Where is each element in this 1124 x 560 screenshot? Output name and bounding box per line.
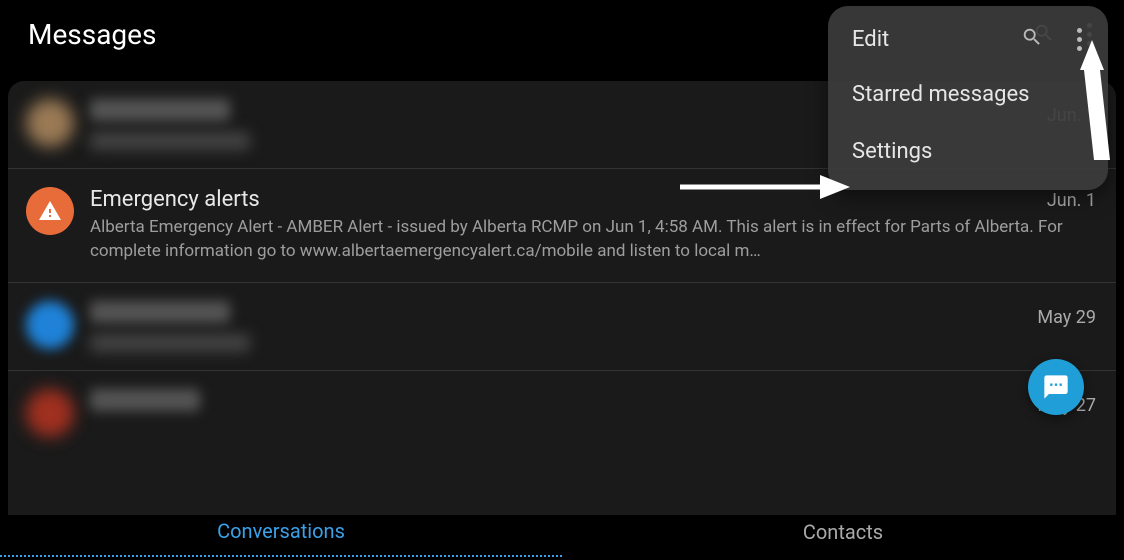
conversation-title-redacted bbox=[90, 389, 200, 411]
conversation-preview-redacted bbox=[90, 334, 250, 352]
tab-conversations[interactable]: Conversations bbox=[0, 507, 562, 557]
conversation-preview-redacted bbox=[90, 132, 250, 150]
conversation-date: Jun. 1 bbox=[1037, 190, 1096, 211]
chat-bubble-icon bbox=[1042, 373, 1070, 401]
menu-item-edit[interactable]: Edit bbox=[852, 27, 889, 52]
bottom-nav: Conversations Contacts bbox=[0, 504, 1124, 560]
overflow-menu: Edit Starred messages Settings bbox=[828, 6, 1108, 190]
conversation-title: Emergency alerts bbox=[90, 187, 260, 212]
conversation-date: May 29 bbox=[1027, 307, 1096, 328]
menu-item-starred[interactable]: Starred messages bbox=[828, 66, 1108, 123]
warning-triangle-icon bbox=[38, 199, 62, 223]
compose-button[interactable] bbox=[1028, 359, 1084, 415]
search-icon[interactable] bbox=[1021, 26, 1043, 52]
conversation-preview: Alberta Emergency Alert - AMBER Alert - … bbox=[90, 216, 1096, 264]
tab-contacts[interactable]: Contacts bbox=[562, 508, 1124, 556]
more-options-icon[interactable] bbox=[1073, 28, 1086, 51]
page-title: Messages bbox=[28, 18, 156, 51]
conversation-title-redacted bbox=[90, 301, 230, 323]
avatar bbox=[26, 301, 74, 349]
avatar bbox=[26, 187, 74, 235]
menu-item-settings[interactable]: Settings bbox=[828, 123, 1108, 180]
avatar bbox=[26, 99, 74, 147]
conversation-row[interactable]: May 29 bbox=[8, 283, 1116, 371]
avatar bbox=[26, 389, 74, 437]
conversation-row[interactable]: May 27 bbox=[8, 371, 1116, 455]
conversation-title-redacted bbox=[90, 99, 230, 121]
